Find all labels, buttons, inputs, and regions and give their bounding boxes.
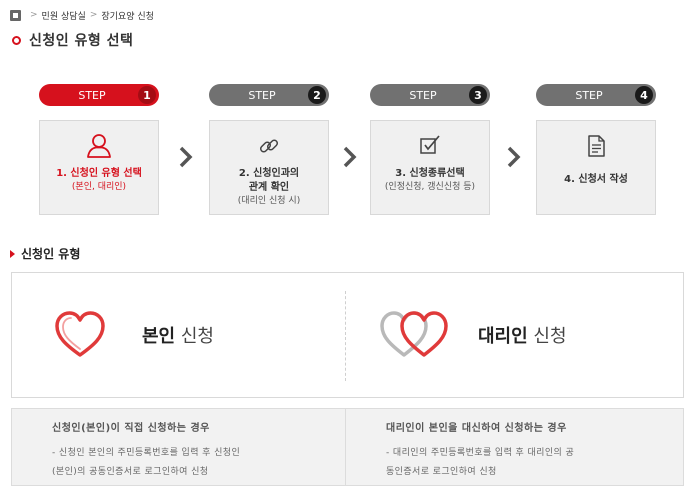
- step-title: 3. 신청종류선택: [395, 168, 465, 179]
- heart-icon: [55, 311, 105, 357]
- checkbox-icon: [417, 133, 443, 159]
- breadcrumb-separator-icon: >: [30, 10, 38, 20]
- section-title-text: 신청인 유형: [21, 247, 81, 261]
- chevron-right-icon: [179, 146, 193, 168]
- step-1-box: 1. 신청인 유형 선택 (본인, 대리인): [39, 120, 159, 215]
- self-description-heading: 신청인(본인)이 직접 신청하는 경우: [52, 423, 210, 434]
- proxy-description-line-1: - 대리인의 주민등록번호를 입력 후 대리인의 공: [386, 448, 575, 458]
- self-description-line-2: (본인)의 공동인증서로 로그인하여 신청: [52, 467, 209, 477]
- step-1-pill: STEP 1: [39, 84, 159, 106]
- self-application-option[interactable]: 본인 신청: [52, 273, 322, 397]
- person-icon: [85, 133, 113, 159]
- self-description-line-1: - 신청인 본인의 주민등록번호를 입력 후 신청인: [52, 448, 241, 458]
- step-title: 1. 신청인 유형 선택: [56, 168, 142, 179]
- page-title: 신청인 유형 선택: [12, 30, 133, 50]
- self-application-label: 본인 신청: [142, 326, 214, 347]
- section-title: 신청인 유형: [10, 245, 80, 262]
- step-number: 4: [635, 86, 653, 104]
- step-3-pill: STEP 3: [370, 84, 490, 106]
- step-title: 4. 신청서 작성: [564, 174, 628, 185]
- breadcrumb-separator-icon: >: [89, 10, 98, 20]
- home-icon[interactable]: [10, 9, 21, 21]
- step-2-box: 2. 신청인과의 관계 확인 (대리인 신청 시): [209, 120, 329, 215]
- step-subtitle: (본인, 대리인): [71, 182, 127, 192]
- breadcrumb-item-consultation[interactable]: 민원 상담실: [42, 9, 86, 22]
- type-divider: [345, 291, 346, 381]
- proxy-application-label: 대리인 신청: [478, 326, 567, 347]
- breadcrumb-item-current[interactable]: 장기요양 신청: [101, 9, 154, 22]
- proxy-application-option[interactable]: 대리인 신청: [378, 273, 668, 397]
- breadcrumb: > 민원 상담실 > 장기요양 신청: [10, 8, 154, 22]
- proxy-description: 대리인이 본인을 대신하여 신청하는 경우 - 대리인의 주민등록번호를 입력 …: [386, 419, 686, 482]
- section-marker-icon: [10, 249, 15, 258]
- double-heart-icon: [380, 311, 448, 357]
- step-4-box: 4. 신청서 작성: [536, 120, 656, 215]
- proxy-description-line-2: 동인증서로 로그인하여 신청: [386, 467, 497, 477]
- step-subtitle: (대리인 신청 시): [237, 196, 301, 206]
- step-2-pill: STEP 2: [209, 84, 329, 106]
- description-panel: 신청인(본인)이 직접 신청하는 경우 - 신청인 본인의 주민등록번호를 입력…: [11, 408, 684, 486]
- document-icon: [583, 133, 609, 159]
- chevron-right-icon: [343, 146, 357, 168]
- applicant-type-panel: 본인 신청 대리인 신청: [11, 272, 684, 398]
- description-divider: [345, 409, 346, 485]
- title-bullet-icon: [12, 35, 21, 45]
- proxy-description-heading: 대리인이 본인을 대신하여 신청하는 경우: [386, 423, 567, 434]
- link-icon: [256, 133, 282, 159]
- step-title-line-2: 관계 확인: [248, 182, 290, 193]
- step-title-line-1: 2. 신청인과의: [238, 168, 300, 179]
- page-title-text: 신청인 유형 선택: [29, 33, 134, 49]
- step-number: 2: [308, 86, 326, 104]
- step-3-box: 3. 신청종류선택 (인정신청, 갱신신청 등): [370, 120, 490, 215]
- self-description: 신청인(본인)이 직접 신청하는 경우 - 신청인 본인의 주민등록번호를 입력…: [52, 419, 352, 482]
- step-subtitle: (인정신청, 갱신신청 등): [384, 182, 476, 192]
- step-number: 1: [138, 86, 156, 104]
- step-number: 3: [469, 86, 487, 104]
- chevron-right-icon: [507, 146, 521, 168]
- step-4-pill: STEP 4: [536, 84, 656, 106]
